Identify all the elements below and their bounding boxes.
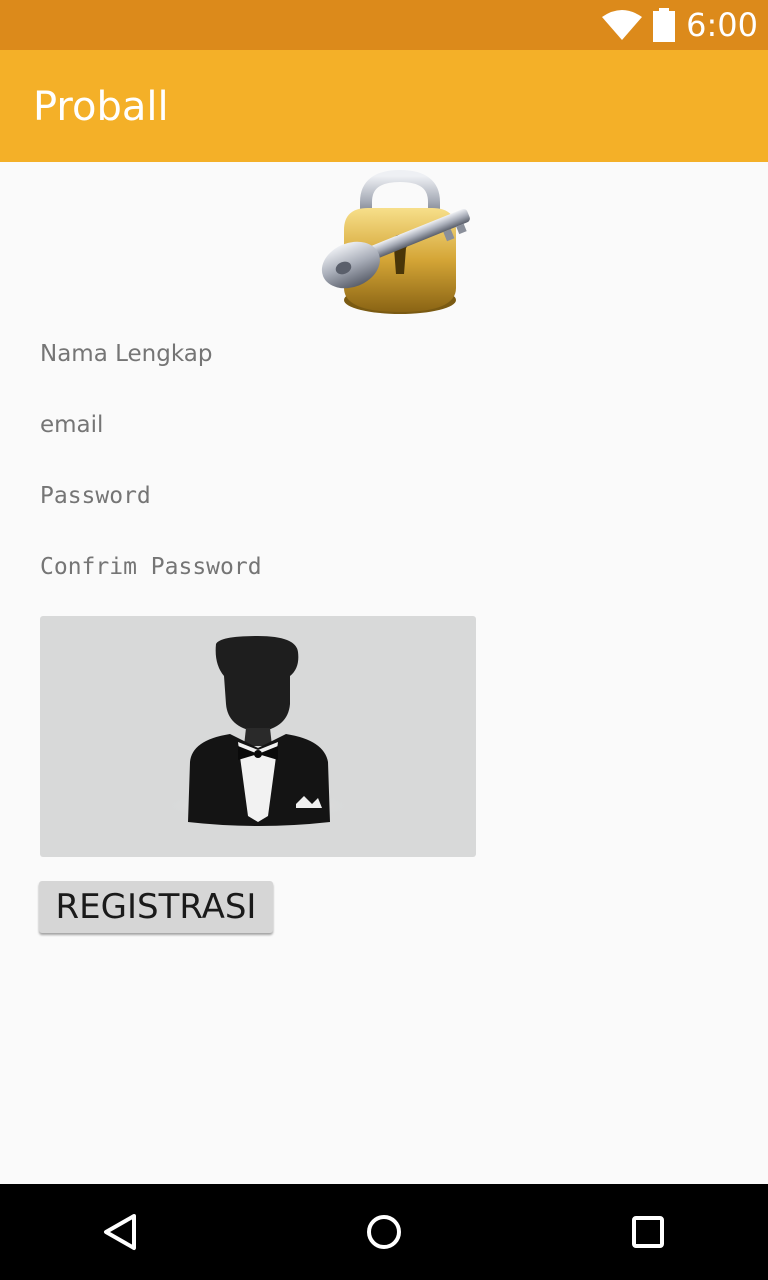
back-icon[interactable] bbox=[100, 1212, 140, 1252]
status-time: 6:00 bbox=[686, 6, 758, 44]
recents-icon[interactable] bbox=[628, 1212, 668, 1252]
battery-icon bbox=[653, 8, 676, 42]
status-bar: 6:00 bbox=[0, 0, 768, 50]
avatar-image-picker[interactable] bbox=[40, 616, 476, 857]
navigation-bar bbox=[0, 1184, 768, 1280]
home-icon[interactable] bbox=[364, 1212, 404, 1252]
confirm-password-input[interactable] bbox=[40, 537, 730, 597]
user-silhouette-icon bbox=[163, 636, 353, 826]
status-icons: 6:00 bbox=[602, 0, 758, 50]
app-title: Proball bbox=[33, 84, 169, 130]
full-name-input[interactable] bbox=[40, 324, 730, 384]
wifi-icon bbox=[602, 10, 643, 40]
register-button[interactable]: REGISTRASI bbox=[39, 881, 273, 933]
lock-with-key-icon bbox=[321, 170, 470, 314]
app-bar: Proball bbox=[0, 50, 768, 162]
email-input[interactable] bbox=[40, 395, 730, 455]
password-input[interactable] bbox=[40, 466, 730, 526]
